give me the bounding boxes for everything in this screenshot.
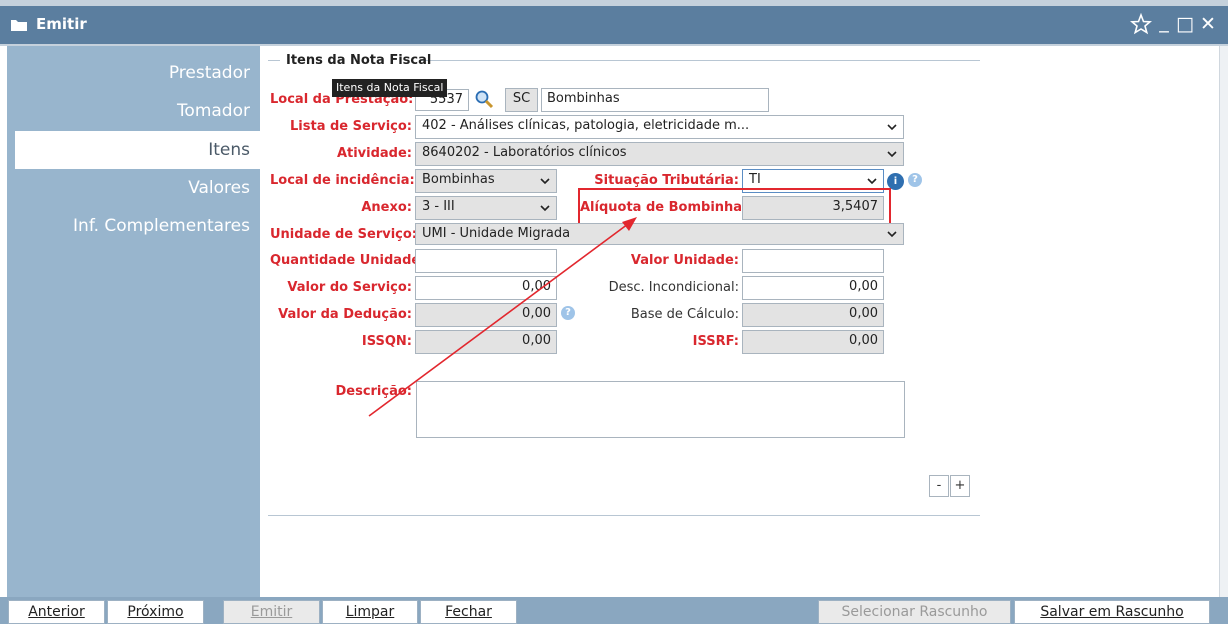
minimize-button[interactable]: _ xyxy=(1153,10,1175,34)
chevron-down-icon xyxy=(540,205,550,212)
situacao-tributaria-label: Situação Tributária: xyxy=(594,173,739,188)
maximize-button[interactable]: □ xyxy=(1174,12,1196,36)
chevron-down-icon xyxy=(887,231,897,238)
sidebar-item-tomador[interactable]: Tomador xyxy=(15,92,260,130)
lista-servico-value: 402 - Análises clínicas, patologia, elet… xyxy=(422,118,750,133)
chevron-down-icon xyxy=(887,124,897,131)
help-icon[interactable]: ? xyxy=(561,306,575,320)
issrf-field: 0,00 xyxy=(742,330,884,354)
sidebar-item-prestador[interactable]: Prestador xyxy=(15,54,260,92)
situacao-tributaria-value: TI xyxy=(749,172,761,187)
fieldset-top-left xyxy=(268,60,280,61)
remove-item-button[interactable]: - xyxy=(929,475,949,497)
valor-servico-label: Valor do Serviço: xyxy=(287,280,412,295)
lista-servico-label: Lista de Serviço: xyxy=(290,119,412,134)
issqn-field: 0,00 xyxy=(415,330,557,354)
issrf-label: ISSRF: xyxy=(692,334,739,349)
folder-icon xyxy=(11,20,27,31)
city-field[interactable]: Bombinhas xyxy=(541,88,769,112)
descricao-textarea[interactable] xyxy=(416,381,905,438)
section-legend: Itens da Nota Fiscal xyxy=(286,53,432,68)
lista-servico-select[interactable]: 402 - Análises clínicas, patologia, elet… xyxy=(415,115,904,139)
fieldset-bottom xyxy=(268,515,980,516)
anterior-button[interactable]: Anterior xyxy=(8,600,105,624)
base-calculo-label: Base de Cálculo: xyxy=(630,307,739,322)
salvar-rascunho-button[interactable]: Salvar em Rascunho xyxy=(1014,600,1210,624)
anexo-value: 3 - III xyxy=(422,199,455,214)
valor-unidade-label: Valor Unidade: xyxy=(630,253,739,268)
issqn-label: ISSQN: xyxy=(361,334,412,349)
valor-servico-input[interactable]: 0,00 xyxy=(415,276,557,300)
atividade-value: 8640202 - Laboratórios clínicos xyxy=(422,145,627,160)
anexo-select[interactable]: 3 - III xyxy=(415,196,557,220)
sidebar-item-itens[interactable]: Itens xyxy=(15,131,260,169)
star-icon[interactable] xyxy=(1130,12,1152,36)
desc-incondicional-label: Desc. Incondicional: xyxy=(608,280,739,295)
selecionar-rascunho-button[interactable]: Selecionar Rascunho xyxy=(818,600,1011,624)
highlight-box xyxy=(578,188,891,226)
base-calculo-field: 0,00 xyxy=(742,303,884,327)
scroll-track[interactable] xyxy=(1219,46,1228,597)
search-icon[interactable] xyxy=(474,89,494,109)
unidade-servico-label: Unidade de Serviço: xyxy=(270,227,417,242)
anexo-label: Anexo: xyxy=(361,200,412,215)
emitir-window: Emitir _ □ ✕ Prestador Tomador Itens Val… xyxy=(0,0,1228,624)
valor-deducao-label: Valor da Dedução: xyxy=(278,307,412,322)
chevron-down-icon xyxy=(540,178,550,185)
close-button[interactable]: ✕ xyxy=(1197,12,1219,36)
help-icon[interactable]: ? xyxy=(908,173,922,187)
sidebar-item-valores[interactable]: Valores xyxy=(15,169,260,207)
unidade-servico-select[interactable]: UMI - Unidade Migrada xyxy=(415,223,904,245)
emitir-button[interactable]: Emitir xyxy=(223,600,320,624)
local-incidencia-value: Bombinhas xyxy=(422,172,495,187)
valor-unidade-input[interactable] xyxy=(742,249,884,273)
unidade-servico-value: UMI - Unidade Migrada xyxy=(422,226,571,241)
quantidade-unidade-label: Quantidade Unidade: xyxy=(270,253,426,268)
local-incidencia-select[interactable]: Bombinhas xyxy=(415,169,557,193)
tooltip: Itens da Nota Fiscal xyxy=(332,79,448,97)
proximo-button[interactable]: Próximo xyxy=(107,600,204,624)
fieldset-top-right xyxy=(420,60,980,61)
quantidade-unidade-input[interactable] xyxy=(415,249,557,273)
chevron-down-icon xyxy=(867,178,877,185)
add-item-button[interactable]: + xyxy=(950,475,970,497)
atividade-select[interactable]: 8640202 - Laboratórios clínicos xyxy=(415,142,904,166)
limpar-button[interactable]: Limpar xyxy=(322,600,418,624)
title-bar-inner: Emitir _ □ ✕ xyxy=(0,6,1228,44)
sidebar: Prestador Tomador Itens Valores Inf. Com… xyxy=(7,46,260,597)
title-bar: Emitir _ □ ✕ xyxy=(0,0,1228,46)
sidebar-item-inf-complementares[interactable]: Inf. Complementares xyxy=(15,207,260,245)
desc-incondicional-input[interactable]: 0,00 xyxy=(742,276,884,300)
chevron-down-icon xyxy=(887,151,897,158)
fechar-button[interactable]: Fechar xyxy=(420,600,517,624)
valor-deducao-field: 0,00 xyxy=(415,303,557,327)
atividade-label: Atividade: xyxy=(336,146,412,161)
descricao-label: Descrição: xyxy=(335,384,412,399)
local-incidencia-label: Local de incidência: xyxy=(270,173,415,188)
window-title: Emitir xyxy=(36,15,87,33)
uf-field: SC xyxy=(505,88,538,112)
